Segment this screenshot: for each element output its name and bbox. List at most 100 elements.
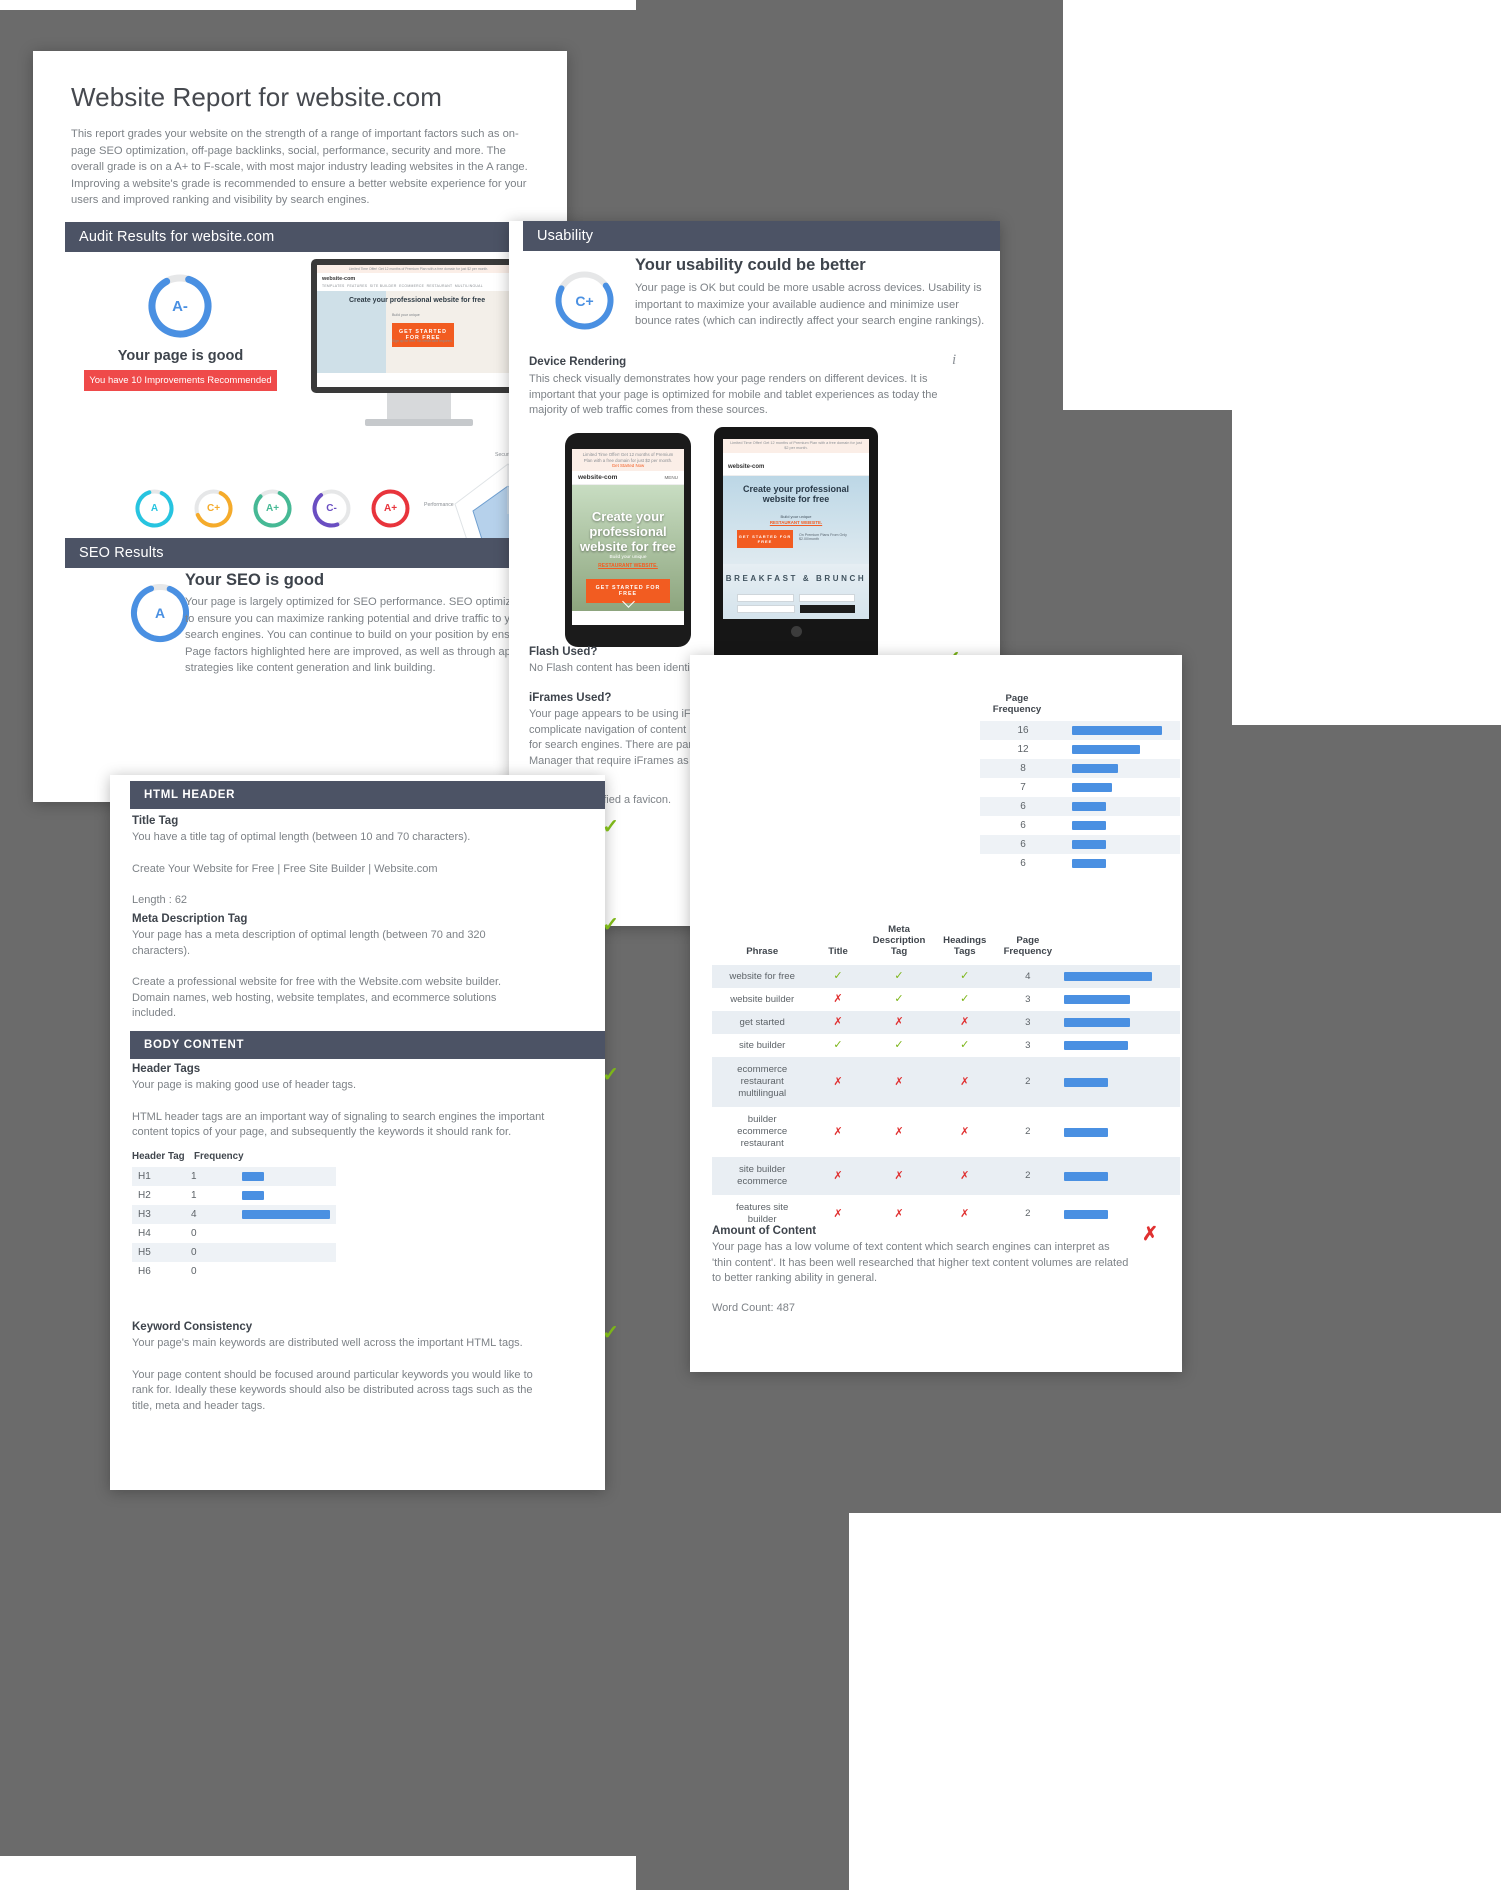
pass-icon: ✓ [833,1039,843,1051]
grade-value: C+ [206,503,221,514]
page-frequency-header: Page Frequency [992,693,1042,715]
table-row: H3 4 [132,1205,336,1224]
table-header-row: Phrase Title Meta Description Tag Headin… [712,920,1180,965]
freq-table: 16 12 8 7 6 6 6 6 [980,721,1180,873]
table-row: H5 0 [132,1243,336,1262]
pass-icon: ✓ [602,914,619,936]
fail-icon: ✗ [894,1207,904,1220]
backdrop-sheet-right-mid [1232,405,1501,725]
keyword-consistency-check: Keyword Consistency Your page's main key… [132,1321,619,1414]
backdrop-sheet-top-right [1063,0,1501,410]
title-tag-value: Create Your Website for Free | Free Site… [132,862,438,875]
freq-bar [1064,1209,1109,1219]
seo-headline: Your SEO is good [185,571,325,589]
table-row: 16 [980,721,1180,740]
phone-banner-link[interactable]: Get Started Now [572,463,684,472]
col-title: Title [828,946,848,957]
tablet-form-row-2[interactable] [737,605,855,613]
pass-icon: ✓ [894,1039,904,1051]
tablet-banner: Limited Time Offer! Get 12 months of Pre… [723,439,869,453]
tag-freq: 0 [191,1266,197,1277]
col-page-frequency: Page Frequency [1003,935,1053,957]
backdrop-sheet-bottom-left [0,1856,636,1890]
pass-icon: ✓ [894,993,904,1005]
table-row: 6 [980,797,1180,816]
tablet-link[interactable]: RESTAURANT WEBSITE. [723,520,869,525]
pass-icon: ✓ [960,1039,970,1051]
phrase-cell: builder ecommerce restaurant [737,1114,788,1149]
fail-icon: ✗ [960,1125,970,1138]
overall-grade-label: A- [172,297,188,315]
tablet-home-button[interactable] [790,626,802,637]
amount-of-content-check: Amount of Content Your page has a low vo… [712,1225,1158,1316]
tag-name: H6 [138,1266,151,1277]
info-icon[interactable]: i [952,352,956,369]
html-body-sheet: HTML HEADER Title Tag You have a title t… [110,775,619,1490]
freq-value: 6 [1020,858,1026,869]
mockup-banner: Limited Time Offer! Get 12 months of Pre… [317,265,520,274]
grade-value: A+ [265,503,280,514]
word-count: Word Count: 487 [712,1301,795,1314]
freq-value: 6 [1020,839,1026,850]
freq-bar [242,1191,264,1200]
usability-body: Your page is OK but could be more usable… [635,282,985,327]
tag-name: H3 [138,1209,151,1220]
freq-value: 6 [1020,820,1026,831]
freq-bar [242,1172,264,1181]
phone-banner: Limited Time Offer! Get 12 months of Pre… [572,449,684,464]
tag-freq: 0 [191,1247,197,1258]
freq-bar [1064,1171,1109,1181]
freq-value: 6 [1020,801,1026,812]
freq-bar [1072,783,1112,792]
title-tag-check: Title Tag You have a title tag of optima… [132,815,619,909]
freq-value: 7 [1020,782,1026,793]
phone-brand: website-com [578,474,618,482]
table-row: 6 [980,835,1180,854]
phone-link[interactable]: RESTAURANT WEBSITE. [572,563,684,569]
tablet-preview-mockup: Limited Time Offer! Get 12 months of Pre… [714,427,878,663]
table-row: 6 [980,816,1180,835]
usability-grade-gauge: C+ [553,269,616,337]
radar-label-performance: Performance [424,502,454,508]
meta-tag-label: Meta Description Tag [132,913,248,925]
backdrop-sheet-bottom-right [849,1513,1501,1890]
freq-bar [1064,972,1153,981]
table-row: H1 1 [132,1167,336,1186]
phrase-table-wrap: Phrase Title Meta Description Tag Headin… [712,920,1180,1233]
phrase-cell: site builder ecommerce [737,1164,788,1187]
backdrop-sheet-top-left [0,0,636,10]
header-tags-extra: HTML header tags are an important way of… [132,1110,545,1139]
table-row: get started ✗ ✗ ✗ 3 [712,1011,1180,1034]
tag-name: H2 [138,1190,151,1201]
table-row: 8 [980,759,1180,778]
phone-headline: Create your professional website for fre… [579,509,677,555]
table-row: H6 0 [132,1262,336,1281]
desktop-preview-mockup: Limited Time Offer! Get 12 months of Pre… [311,259,526,426]
header-tags-table: H1 1 H2 1 H3 4 H4 0 H5 0 H6 0 [132,1167,336,1281]
phone-menu[interactable]: MENU [664,475,678,480]
mockup-cta[interactable]: GET STARTED FOR FREE [392,322,455,347]
col-header-tag: Header Tag [132,1151,185,1162]
phrase-cell: ecommerce restaurant multilingual [737,1064,788,1099]
fail-icon: ✗ [1142,1224,1158,1245]
pass-icon: ✓ [960,993,970,1005]
tablet-form-row[interactable] [737,594,855,602]
freq-bar [1072,764,1118,773]
title-tag-length: Length : 62 [132,894,188,906]
tag-freq: 1 [191,1190,197,1201]
fail-icon: ✗ [833,993,843,1005]
fail-icon: ✗ [960,1016,970,1028]
improvements-badge: You have 10 Improvements Recommended [84,370,277,391]
table-row: builder ecommerce restaurant ✗ ✗ ✗ 2 [712,1107,1180,1157]
usability-headline: Your usability could be better [635,256,866,274]
tablet-offer: On Premium Plans From Only $2.00/month [799,533,847,541]
tablet-section-title: BREAKFAST & BRUNCH [725,574,867,583]
fail-icon: ✗ [960,1169,970,1182]
usability-grade-label: C+ [575,292,594,309]
freq-value: 3 [1025,993,1031,1005]
fail-icon: ✗ [960,1075,970,1088]
fail-icon: ✗ [833,1016,843,1028]
tablet-cta[interactable]: GET STARTED FOR FREE [737,530,793,548]
fail-icon: ✗ [894,1075,904,1088]
freq-bar [1064,1018,1131,1027]
